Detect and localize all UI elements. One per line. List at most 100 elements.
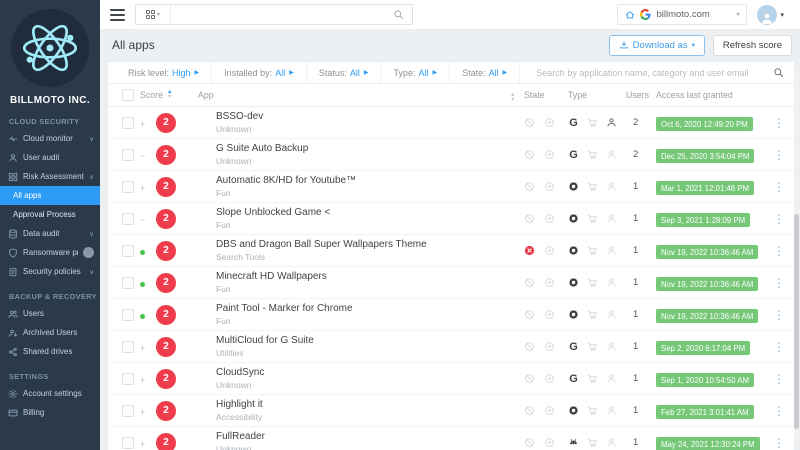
restricted-icon: [524, 277, 535, 288]
search-icon[interactable]: [385, 9, 412, 20]
table-search-input[interactable]: [534, 66, 767, 79]
filter-installed-by[interactable]: Installed by: All ▶: [212, 62, 307, 83]
domain-selector[interactable]: billmoto.com ▾: [617, 4, 748, 25]
row-checkbox[interactable]: [122, 308, 134, 321]
restricted-icon: [524, 309, 535, 320]
filter-risk-level[interactable]: Risk level: High ▶: [108, 62, 213, 83]
sidebar-item-users[interactable]: Users: [0, 304, 100, 323]
sidebar-item-cloud-monitor[interactable]: Cloud monitor ∨: [0, 129, 100, 148]
select-all-checkbox[interactable]: [122, 89, 134, 101]
row-menu-button[interactable]: ⋮: [768, 148, 790, 162]
row-checkbox[interactable]: [122, 180, 134, 193]
users-count: 1: [633, 437, 639, 448]
sidebar-item-all-apps[interactable]: All apps: [0, 186, 100, 205]
row-menu-button[interactable]: ⋮: [768, 372, 790, 386]
scope-icon: [544, 309, 555, 320]
row-checkbox[interactable]: [122, 404, 134, 417]
search-icon[interactable]: [773, 67, 784, 78]
table-row[interactable]: 2 DBS and Dragon Ball Super Wallpapers Th…: [108, 235, 794, 267]
users-count: 1: [633, 373, 639, 384]
filter-type[interactable]: Type: All ▶: [381, 62, 451, 83]
row-checkbox[interactable]: [122, 212, 134, 225]
user-menu[interactable]: ▾: [757, 4, 784, 25]
filter-status[interactable]: Status: All ▶: [307, 62, 382, 83]
row-menu-button[interactable]: ⋮: [768, 116, 790, 130]
access-date-badge: Sep 2, 2020 6:17:04 PM: [656, 341, 751, 355]
scrollbar-thumb[interactable]: [794, 214, 799, 429]
sidebar-item-data-audit[interactable]: Data audit ∨: [0, 224, 100, 243]
chrome-icon: [568, 405, 579, 416]
sidebar-item-label: Archived Users: [23, 328, 78, 337]
scope-icon: [544, 373, 555, 384]
risk-score-badge: 2: [156, 304, 176, 325]
table-row[interactable]: +2 Highlight it Accessibility 1 Feb 27, 2021…: [108, 395, 794, 427]
sidebar-item-billing[interactable]: Billing: [0, 403, 100, 422]
column-score[interactable]: Score ▲ ▼: [140, 89, 172, 100]
sidebar-item-ransomware-protection[interactable]: Ransomware protection: [0, 243, 100, 262]
table-row[interactable]: 2 Paint Tool - Marker for Chrome Fun 1 Nov 1…: [108, 299, 794, 331]
app-category: Fun: [216, 316, 231, 326]
sidebar-item-approval-process[interactable]: Approval Process: [0, 205, 100, 224]
menu-toggle-button[interactable]: [110, 8, 125, 21]
risk-score-badge: 2: [156, 144, 176, 165]
restricted-icon: [524, 181, 535, 192]
google-logo-icon: [640, 9, 652, 20]
row-menu-button[interactable]: ⋮: [768, 276, 790, 290]
table-row[interactable]: +2 MultiCloud for G Suite Utilities G 1 Sep 2…: [108, 331, 794, 363]
sidebar-item-shared-drives[interactable]: Shared drives: [0, 342, 100, 361]
row-checkbox[interactable]: [122, 340, 134, 353]
filter-state[interactable]: State: All ▶: [450, 62, 521, 83]
table-row[interactable]: −2 Slope Unblocked Game < Fun 1 Sep 3, 2021 …: [108, 203, 794, 235]
sidebar-item-user-audit[interactable]: User audit: [0, 148, 100, 167]
sidebar-item-label: Data audit: [23, 229, 60, 238]
chevron-down-icon: ∨: [89, 268, 94, 276]
global-search-input[interactable]: [171, 9, 385, 20]
search-scope-dropdown[interactable]: ▾: [136, 5, 171, 24]
row-menu-button[interactable]: ⋮: [768, 404, 790, 418]
access-date-badge: Feb 27, 2021 3:01:41 AM: [656, 405, 754, 419]
download-as-button[interactable]: Download as ▾: [608, 34, 705, 56]
refresh-score-button[interactable]: Refresh score: [712, 34, 792, 56]
sidebar-item-archived-users[interactable]: Archived Users: [0, 323, 100, 342]
sidebar-item-security-policies[interactable]: Security policies ∨: [0, 262, 100, 281]
sidebar-item-label: Risk Assessment: [23, 172, 84, 181]
trend-plus-icon: +: [140, 406, 146, 417]
chevron-down-icon: ▾: [156, 12, 160, 18]
column-app[interactable]: App: [198, 90, 506, 100]
chrome-icon: [568, 309, 579, 320]
row-checkbox[interactable]: [122, 148, 134, 161]
count-badge: [83, 247, 94, 258]
blocked-icon: [524, 245, 535, 256]
row-checkbox[interactable]: [122, 372, 134, 385]
table-row[interactable]: +2 FullReader Unknown 1 May 24, 2021 12:30:2…: [108, 427, 794, 450]
row-checkbox[interactable]: [122, 244, 134, 257]
page-title: All apps: [112, 38, 155, 52]
table-row[interactable]: 2 Minecraft HD Wallpapers Fun 1 Nov 19, 2022…: [108, 267, 794, 299]
row-checkbox[interactable]: [122, 276, 134, 289]
row-menu-button[interactable]: ⋮: [768, 180, 790, 194]
table-header: Score ▲ ▼ App ▲ ▼ State Type Users Access …: [108, 84, 794, 107]
sidebar-item-account-settings[interactable]: Account settings: [0, 384, 100, 403]
risk-score-badge: 2: [156, 208, 176, 229]
chrome-icon: [568, 181, 579, 192]
row-menu-button[interactable]: ⋮: [768, 212, 790, 226]
table-row[interactable]: +2 BSSO-dev Unknown G 2 Oct 6, 2020 12:49:20 …: [108, 107, 794, 139]
row-menu-button[interactable]: ⋮: [768, 308, 790, 322]
cart-icon: [587, 213, 598, 224]
row-menu-button[interactable]: ⋮: [768, 436, 790, 450]
sidebar-item-risk-assessment[interactable]: Risk Assessment ∧: [0, 167, 100, 186]
app-category: Fun: [216, 188, 231, 198]
table-row[interactable]: +2 CloudSync Unknown G 1 Sep 1, 2020 10:54:50…: [108, 363, 794, 395]
row-checkbox[interactable]: [122, 116, 134, 129]
table-row[interactable]: −2 G Suite Auto Backup Unknown G 2 Dec 25, 20…: [108, 139, 794, 171]
table-row[interactable]: +2 Automatic 8K/HD for Youtube™ Fun 1 Mar 1,…: [108, 171, 794, 203]
row-menu-button[interactable]: ⋮: [768, 340, 790, 354]
chevron-down-icon: ▾: [736, 12, 740, 18]
chevron-down-icon: ∨: [89, 135, 94, 143]
google-type-icon: G: [569, 372, 578, 385]
row-menu-button[interactable]: ⋮: [768, 244, 790, 258]
sort-icon[interactable]: ▲ ▼: [510, 92, 515, 103]
scrollbar-track[interactable]: [794, 64, 799, 448]
risk-score-badge: 2: [156, 368, 176, 389]
row-checkbox[interactable]: [122, 436, 134, 449]
